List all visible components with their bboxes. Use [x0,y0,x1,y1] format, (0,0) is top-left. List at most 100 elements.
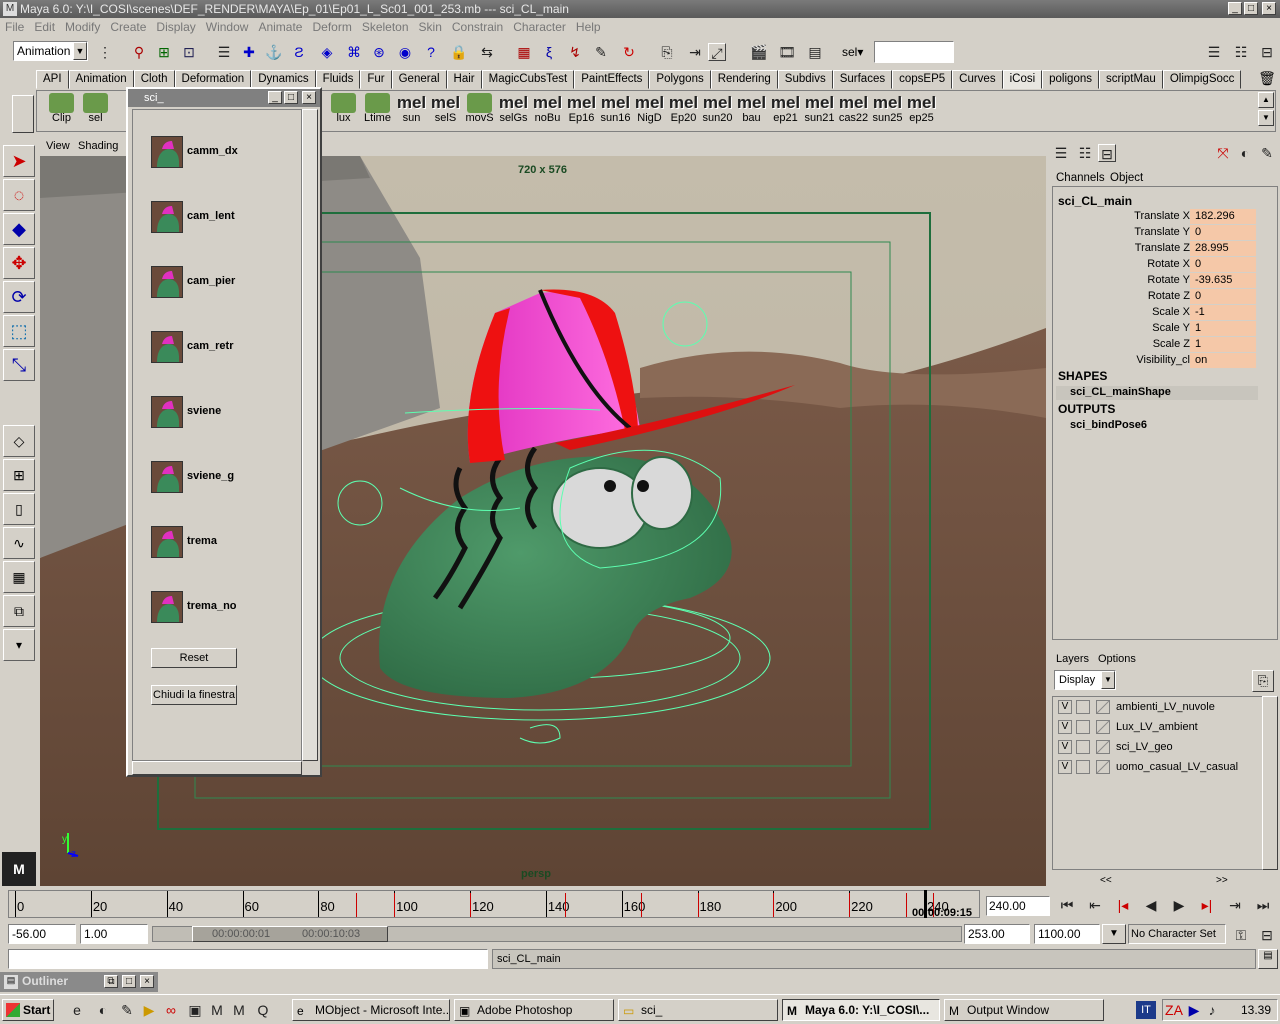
menu-file[interactable]: File [0,18,29,36]
go-to-end-icon[interactable]: ⏭ [1254,896,1272,914]
quicklaunch-tool-icon[interactable]: ✎ [118,1001,136,1019]
task-output-window[interactable]: M Output Window [944,999,1104,1021]
sci-item-cam-retr[interactable]: cam_retr [151,331,301,365]
channel-value-field[interactable]: 0 [1190,257,1256,272]
channel-label[interactable]: Translate X [1050,209,1190,224]
sci-item-cam-pier[interactable]: cam_pier [151,266,301,300]
sci-item-cam-lent[interactable]: cam_lent [151,201,301,235]
menu-edit[interactable]: Edit [29,18,60,36]
step-forward-key-icon[interactable]: ▸| [1198,896,1216,914]
outliner-maximize-button[interactable]: □ [122,975,136,988]
paint-icon[interactable]: ✎ [592,43,610,61]
quicklaunch-maya-icon[interactable]: M [208,1001,226,1019]
tray-play-icon[interactable]: ▶ [1185,1001,1203,1019]
time-slider[interactable]: 0 20 40 60 80 100 120 140 160 180 200 220 240 00:00:… [0,888,1280,920]
shelf-tab-curves[interactable]: Curves [952,70,1003,89]
channel-value-field[interactable]: 1 [1190,321,1256,336]
layers-nav-right[interactable]: >> [1216,875,1228,886]
layer-row[interactable]: Vsci_LV_geo [1056,738,1256,756]
layer-options-menu[interactable]: Options [1098,653,1136,665]
move-manip-icon[interactable]: ⤧ [1214,144,1232,162]
move-tool-icon[interactable]: ✥ [3,247,35,279]
snap-menu-icon[interactable]: ☰ [215,43,233,61]
shelf-tab-animation[interactable]: Animation [68,70,134,89]
play-backwards-icon[interactable]: ◀ [1142,896,1160,914]
channel-layer-layout-icon[interactable]: ⊟ [1098,144,1116,162]
select-tool-icon[interactable]: ➤ [3,145,35,177]
layer-visibility-toggle[interactable]: V [1058,760,1072,774]
channel-label[interactable]: Scale Y [1050,321,1190,336]
shelf-tab-icosi[interactable]: iCosi [1002,70,1043,89]
object-menu[interactable]: Object [1110,172,1143,184]
outliner-restore-button[interactable]: ⧉ [104,975,118,988]
quicklaunch-photoshop-icon[interactable]: ▣ [186,1001,204,1019]
shelf-button-nobu[interactable]: mel noBu [531,93,564,131]
start-button[interactable]: Start [2,999,54,1021]
new-layer-icon[interactable]: ⎘ [1252,670,1274,692]
sci-item-sviene[interactable]: sviene [151,396,301,430]
sci-item-camm-dx[interactable]: camm_dx [151,136,301,170]
menu-skin[interactable]: Skin [414,18,447,36]
sci-horizontal-scrollbar[interactable] [132,761,302,775]
sci-vertical-scrollbar[interactable] [302,109,318,761]
playback-start-field[interactable]: 1.00 [80,924,148,944]
snap-curve-icon[interactable]: ⚓ [265,43,283,61]
scale-tool-icon[interactable]: ⬚ [3,315,35,347]
shelf-tab-rendering[interactable]: Rendering [710,70,778,89]
layer-color-swatch[interactable] [1096,740,1110,754]
tray-volume-icon[interactable]: ♪ [1203,1001,1221,1019]
snap-live-icon[interactable]: ⊛ [370,43,388,61]
key-icon[interactable]: ⚿ [1232,926,1250,944]
select-hierarchy-icon[interactable]: ⚲ [130,43,148,61]
curve-icon[interactable]: ξ [540,43,558,61]
shelf-button-ep21[interactable]: mel ep21 [769,93,802,131]
layer-row[interactable]: Vuomo_casual_LV_casual [1056,758,1256,776]
brush-icon[interactable]: ✎ [1258,144,1276,162]
channel-value-field[interactable]: 0 [1190,225,1256,240]
persp-graph-icon[interactable]: ∿ [3,527,35,559]
outliner-window[interactable]: ▤ Outliner ⧉ □ × [0,972,158,992]
shelf-tab-copsep5[interactable]: copsEP5 [892,70,953,89]
channel-label[interactable]: Rotate X [1050,257,1190,272]
render-view-icon[interactable]: ⎘ [658,43,676,61]
playback-end-field[interactable]: 253.00 [964,924,1030,944]
minimize-button[interactable]: _ [1228,2,1242,15]
render-current-icon[interactable]: ⇥ [686,43,704,61]
shelf-button-nigd[interactable]: mel NigD [633,93,666,131]
sci-item-trema[interactable]: trema [151,526,301,560]
anim-end-field[interactable]: 1100.00 [1034,924,1100,944]
shelf-tab-magiccubstest[interactable]: MagicCubsTest [481,70,575,89]
layer-template-toggle[interactable] [1076,740,1090,754]
sci-item-trema-no[interactable]: trema_no [151,591,301,625]
help-icon[interactable]: ? [422,43,440,61]
go-to-start-icon[interactable]: ⏮ [1058,896,1076,914]
tray-zonealarm-icon[interactable]: ZA [1165,1001,1183,1019]
magnet-icon[interactable]: ↯ [566,43,584,61]
menu-deform[interactable]: Deform [307,18,356,36]
show-hide-tools-icon[interactable]: ⊟ [1258,43,1276,61]
task-sci-folder[interactable]: ▭ sci_ [618,999,778,1021]
menu-animate[interactable]: Animate [253,18,307,36]
shelf-button-ep20[interactable]: mel Ep20 [667,93,700,131]
snap-surface-icon[interactable]: ⌘ [345,43,363,61]
step-forward-frame-icon[interactable]: ⇥ [1226,896,1244,914]
shelf-button-sun25[interactable]: mel sun25 [871,93,904,131]
sci-item-sviene-g[interactable]: sviene_g [151,461,301,495]
shelf-button-lux[interactable]: lux [327,93,360,131]
menu-help[interactable]: Help [571,18,606,36]
shelf-scroll-down[interactable]: ▼ [1258,110,1274,126]
layer-template-toggle[interactable] [1076,760,1090,774]
clapper-batch-icon[interactable]: 🎞 [778,43,796,61]
character-set-dropdown[interactable]: No Character Set [1128,924,1226,944]
rotate-tool-icon[interactable]: ⟳ [3,281,35,313]
menu-skeleton[interactable]: Skeleton [357,18,414,36]
shelf-button-sels[interactable]: mel selS [429,93,462,131]
channel-value-field[interactable]: 0 [1190,289,1256,304]
layers-menu[interactable]: Layers [1056,653,1089,665]
layer-visibility-toggle[interactable]: V [1058,740,1072,754]
language-indicator[interactable]: IT [1136,1001,1156,1019]
quicklaunch-quicktime-icon[interactable]: Q [254,1001,272,1019]
persp-outliner-icon[interactable]: ▯ [3,493,35,525]
quicklaunch-media-icon[interactable]: ▶ [140,1001,158,1019]
layers-nav-left[interactable]: << [1100,875,1112,886]
